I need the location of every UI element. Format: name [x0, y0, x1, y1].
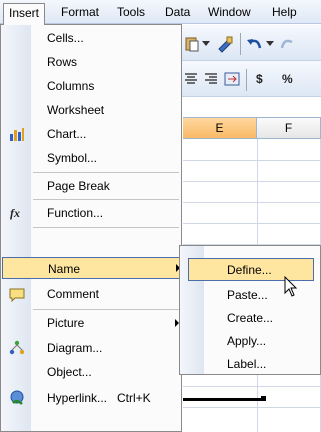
menu-separator	[33, 227, 179, 228]
mouse-pointer-icon	[284, 276, 298, 297]
insert-menu: Cells... Rows Columns Worksheet Chart...…	[0, 24, 182, 432]
menu-item-chart-label: Chart...	[47, 127, 87, 141]
column-header-e-label: E	[215, 121, 224, 135]
grid-line	[183, 386, 321, 387]
menu-item-page-break[interactable]: Page Break	[1, 175, 181, 197]
menu-item-diagram-label: Diagram...	[47, 341, 103, 355]
toolbar-separator	[246, 69, 247, 91]
menu-format-label: Format	[61, 5, 100, 19]
comment-icon	[9, 288, 25, 302]
selected-range-border	[183, 398, 263, 401]
menu-help-label: Help	[272, 5, 297, 19]
toolbar-separator	[240, 33, 241, 55]
menu-item-hyperlink[interactable]: Hyperlink... Ctrl+K	[1, 387, 181, 409]
grid-line	[183, 181, 321, 182]
menu-separator	[33, 309, 179, 310]
submenu-item-paste-label: Paste...	[227, 288, 268, 302]
merge-center-icon[interactable]	[224, 71, 240, 87]
menu-item-worksheet[interactable]: Worksheet	[1, 99, 181, 121]
align-center-icon[interactable]	[184, 72, 198, 86]
menu-item-cells-label: Cells...	[47, 31, 84, 45]
redo-icon[interactable]	[280, 36, 296, 52]
menu-item-name[interactable]: Name	[2, 257, 180, 279]
submenu-item-apply[interactable]: Apply...	[180, 330, 320, 353]
menu-item-diagram[interactable]: Diagram...	[1, 337, 181, 359]
submenu-item-create-label: Create...	[227, 311, 274, 325]
menu-item-comment[interactable]: Comment	[1, 283, 181, 305]
menu-item-object[interactable]: Object...	[1, 361, 181, 383]
format-painter-icon[interactable]	[216, 35, 234, 53]
menu-item-hyperlink-label: Hyperlink...	[47, 391, 108, 405]
undo-icon[interactable]	[246, 36, 262, 52]
dropdown-arrow-icon[interactable]	[202, 41, 210, 47]
formatting-toolbar: $ %	[180, 61, 321, 97]
menu-format[interactable]: Format	[59, 4, 101, 22]
svg-text:fx: fx	[10, 206, 20, 220]
grid-line	[183, 202, 321, 203]
submenu-item-define-label: Define...	[227, 263, 272, 277]
menu-item-function[interactable]: fx Function...	[1, 202, 181, 224]
submenu-item-apply-label: Apply...	[227, 334, 267, 348]
menu-item-comment-label: Comment	[47, 287, 100, 301]
chart-icon	[10, 128, 24, 141]
menu-item-rows-label: Rows	[47, 55, 78, 69]
menu-data-label: Data	[165, 5, 191, 19]
grid-line	[183, 407, 321, 408]
menu-item-columns-label: Columns	[47, 79, 95, 93]
menu-window[interactable]: Window	[206, 4, 253, 22]
menu-item-name-label: Name	[48, 262, 81, 276]
standard-toolbar	[180, 25, 321, 61]
column-header-f-label: F	[284, 121, 293, 135]
menu-item-picture[interactable]: Picture	[1, 312, 181, 334]
menu-separator	[33, 172, 179, 173]
menu-item-columns[interactable]: Columns	[1, 75, 181, 97]
menu-item-function-label: Function...	[47, 206, 104, 220]
submenu-item-create[interactable]: Create...	[180, 307, 320, 330]
menu-tools-label: Tools	[117, 5, 146, 19]
grid-line	[183, 223, 321, 224]
submenu-item-paste[interactable]: Paste...	[180, 284, 320, 307]
submenu-item-label[interactable]: Label...	[180, 353, 320, 376]
hyperlink-icon	[10, 390, 24, 405]
menu-separator	[33, 199, 179, 200]
function-icon: fx	[10, 206, 20, 220]
menu-item-picture-label: Picture	[47, 316, 85, 330]
menu-item-rows[interactable]: Rows	[1, 51, 181, 73]
column-header-f[interactable]: F	[257, 117, 321, 139]
column-header-e[interactable]: E	[183, 117, 257, 139]
menu-item-symbol-label: Symbol...	[47, 151, 98, 165]
currency-button[interactable]: $	[256, 72, 263, 86]
menu-help[interactable]: Help	[270, 4, 299, 22]
menu-item-cells[interactable]: Cells...	[1, 27, 181, 49]
menu-insert[interactable]: Insert	[3, 3, 46, 25]
name-submenu: Define... Paste... Create... Apply... La…	[179, 245, 321, 375]
undo-dropdown-icon[interactable]	[266, 41, 274, 47]
percent-button[interactable]: %	[282, 72, 293, 86]
menu-item-chart[interactable]: Chart...	[1, 123, 181, 145]
paste-icon[interactable]	[184, 36, 200, 52]
align-right-icon[interactable]	[204, 72, 218, 86]
menu-item-hyperlink-shortcut: Ctrl+K	[117, 391, 151, 405]
menu-data[interactable]: Data	[163, 4, 192, 22]
grid-line	[183, 160, 321, 161]
diagram-icon	[9, 340, 25, 355]
menu-item-page-break-label: Page Break	[47, 179, 110, 193]
menu-item-object-label: Object...	[47, 365, 92, 379]
menu-item-worksheet-label: Worksheet	[47, 103, 105, 117]
menu-bar: Insert Format Tools Data Window Help	[0, 0, 321, 25]
fill-handle[interactable]	[261, 396, 266, 401]
menu-insert-label: Insert	[9, 6, 40, 20]
menu-tools[interactable]: Tools	[115, 4, 147, 22]
submenu-item-label-label: Label...	[227, 357, 267, 371]
menu-window-label: Window	[208, 5, 251, 19]
menu-item-symbol[interactable]: Symbol...	[1, 147, 181, 169]
